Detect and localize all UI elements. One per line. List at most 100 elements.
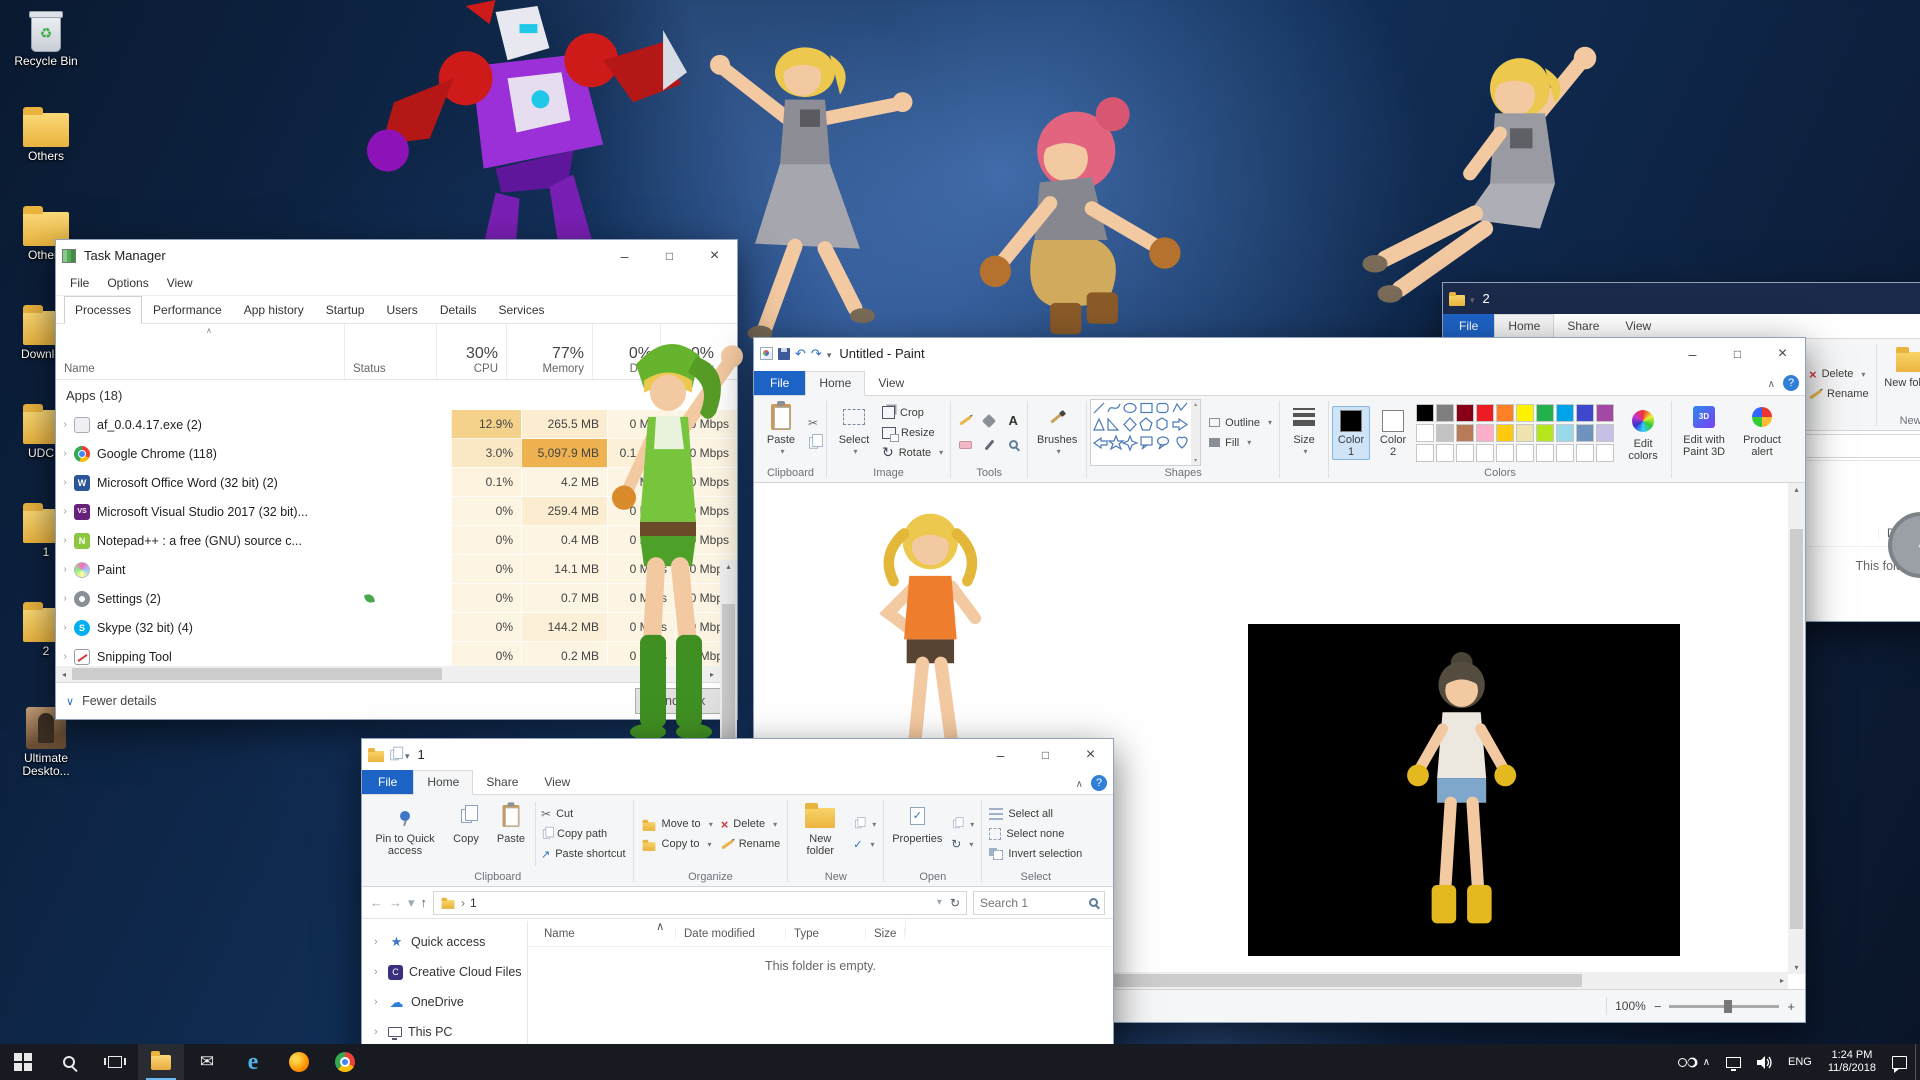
sidebar-item[interactable]: › This PC <box>362 1017 527 1047</box>
palette-swatch[interactable] <box>1476 444 1494 462</box>
tm-tab[interactable]: Startup <box>315 296 376 323</box>
color1-button[interactable]: Color 1 <box>1332 406 1370 460</box>
scroll-left-icon[interactable]: ◂ <box>56 670 72 679</box>
sidebar-item[interactable]: › Quick access <box>362 927 527 957</box>
palette-swatch[interactable] <box>1456 424 1474 442</box>
resize-button[interactable]: Resize <box>878 424 947 442</box>
ribbon-tab[interactable]: Home <box>1494 314 1554 339</box>
task-view-button[interactable] <box>92 1044 138 1080</box>
recent-locations-icon[interactable]: ▾ <box>408 895 415 911</box>
palette-swatch[interactable] <box>1496 424 1514 442</box>
copy-icon[interactable] <box>809 437 818 448</box>
palette-swatch[interactable] <box>1436 404 1454 422</box>
expander-chevron-icon[interactable]: › <box>374 1026 382 1038</box>
sidebar-item[interactable]: › OneDrive <box>362 987 527 1017</box>
palette-swatch[interactable] <box>1416 424 1434 442</box>
crop-button[interactable]: Crop <box>878 404 947 422</box>
tm-titlebar[interactable]: Task Manager <box>56 240 737 271</box>
paint-ribbon-tabs[interactable]: FileHomeView <box>754 369 1805 396</box>
close-button[interactable] <box>1760 338 1805 369</box>
cut-button[interactable] <box>804 414 823 432</box>
palette-swatch[interactable] <box>1596 404 1614 422</box>
palette-swatch[interactable] <box>1596 424 1614 442</box>
zoom-slider[interactable] <box>1669 1005 1779 1008</box>
refresh-icon[interactable] <box>950 896 960 910</box>
ribbon-tab[interactable]: File <box>362 770 413 794</box>
palette-row-3[interactable] <box>1416 444 1614 462</box>
collapse-ribbon-icon[interactable] <box>1076 774 1083 792</box>
forward-icon[interactable]: → <box>389 895 402 910</box>
palette-swatch[interactable] <box>1496 444 1514 462</box>
size-button[interactable]: Size <box>1283 399 1325 478</box>
ribbon-tab[interactable]: File <box>1443 314 1494 338</box>
select-none-button[interactable]: Select none <box>985 825 1086 843</box>
maximize-button[interactable] <box>1715 338 1760 369</box>
undo-icon[interactable] <box>795 345 806 363</box>
palette-row-2[interactable] <box>1416 424 1614 442</box>
minimize-button[interactable] <box>1670 338 1715 369</box>
show-desktop-button[interactable] <box>1915 1044 1920 1080</box>
expand-chevron-icon[interactable] <box>56 477 74 488</box>
fewer-details-button[interactable]: Fewer details <box>66 694 156 708</box>
explorer2-ribbon-tabs[interactable]: FileHomeShareView <box>1443 314 1920 339</box>
cut-button[interactable]: Cut <box>537 805 630 823</box>
edit-with-paint3d-button[interactable]: 3D Edit with Paint 3D <box>1675 399 1733 478</box>
magnifier-tool[interactable] <box>1002 434 1024 456</box>
help-icon[interactable] <box>1091 775 1107 791</box>
rename-button[interactable]: Rename <box>717 835 785 853</box>
palette-swatch[interactable] <box>1516 404 1534 422</box>
taskbar-search-button[interactable] <box>46 1044 92 1080</box>
ribbon-tab[interactable]: File <box>754 371 805 395</box>
language-indicator[interactable]: ENG <box>1780 1044 1820 1080</box>
taskbar-mail-button[interactable] <box>184 1044 230 1080</box>
palette-swatch[interactable] <box>1576 444 1594 462</box>
palette-row-1[interactable] <box>1416 404 1614 422</box>
zoom-slider-thumb[interactable] <box>1724 1000 1732 1013</box>
action-center-button[interactable] <box>1884 1044 1915 1080</box>
sidebar-item[interactable]: › Creative Cloud Files <box>362 957 527 987</box>
column-cpu[interactable]: 30%CPU <box>436 324 506 379</box>
palette-swatch[interactable] <box>1496 404 1514 422</box>
move-to-button[interactable]: Move to <box>637 815 717 833</box>
search-box[interactable] <box>973 891 1105 915</box>
minimize-button[interactable] <box>978 739 1023 770</box>
palette-swatch[interactable] <box>1476 404 1494 422</box>
tm-menubar[interactable]: FileOptionsView <box>56 271 737 296</box>
delete-button[interactable]: Delete <box>1805 365 1873 383</box>
palette-swatch[interactable] <box>1576 424 1594 442</box>
paste-button[interactable]: Paste <box>758 399 804 466</box>
explorer1-column-headers[interactable]: ∧ NameDate modifiedTypeSize <box>528 921 1113 947</box>
explorer2-titlebar[interactable]: 2 <box>1443 283 1920 314</box>
pin-to-quick-access-button[interactable]: Pin to Quick access <box>366 798 444 870</box>
expand-chevron-icon[interactable] <box>56 419 74 430</box>
tm-tab[interactable]: Services <box>488 296 556 323</box>
up-icon[interactable]: ↑ <box>421 895 428 910</box>
edit-colors-button[interactable]: Edit colors <box>1618 403 1668 463</box>
save-icon[interactable] <box>778 348 790 360</box>
desktop-icon[interactable]: Recycle Bin <box>8 14 84 68</box>
taskbar-edge-button[interactable]: e <box>230 1044 276 1080</box>
close-button[interactable] <box>1068 739 1113 770</box>
tm-tab[interactable]: Details <box>429 296 488 323</box>
fill-tool[interactable] <box>978 410 1000 432</box>
copy-path-button[interactable]: Copy path <box>537 825 630 843</box>
delete-button[interactable]: Delete <box>717 815 785 833</box>
ribbon-tab[interactable]: View <box>865 372 917 395</box>
tm-tab[interactable]: App history <box>233 296 315 323</box>
chevron-down-icon[interactable] <box>1470 290 1475 308</box>
pencil-tool[interactable] <box>954 410 976 432</box>
palette-swatch[interactable] <box>1456 404 1474 422</box>
scroll-up-icon[interactable]: ▴ <box>1794 485 1798 494</box>
expander-chevron-icon[interactable]: › <box>374 996 382 1008</box>
expand-chevron-icon[interactable] <box>56 622 74 633</box>
ribbon-tab[interactable]: View <box>531 771 583 794</box>
breadcrumb-item[interactable]: 1 <box>470 896 477 910</box>
eraser-tool[interactable] <box>954 434 976 456</box>
explorer1-ribbon-tabs[interactable]: FileHomeShareView <box>362 770 1113 795</box>
volume-button[interactable] <box>1749 1044 1780 1080</box>
palette-swatch[interactable] <box>1536 424 1554 442</box>
scrollbar-thumb[interactable] <box>72 668 442 680</box>
palette-swatch[interactable] <box>1556 424 1574 442</box>
expander-chevron-icon[interactable]: › <box>374 966 382 978</box>
palette-swatch[interactable] <box>1436 424 1454 442</box>
